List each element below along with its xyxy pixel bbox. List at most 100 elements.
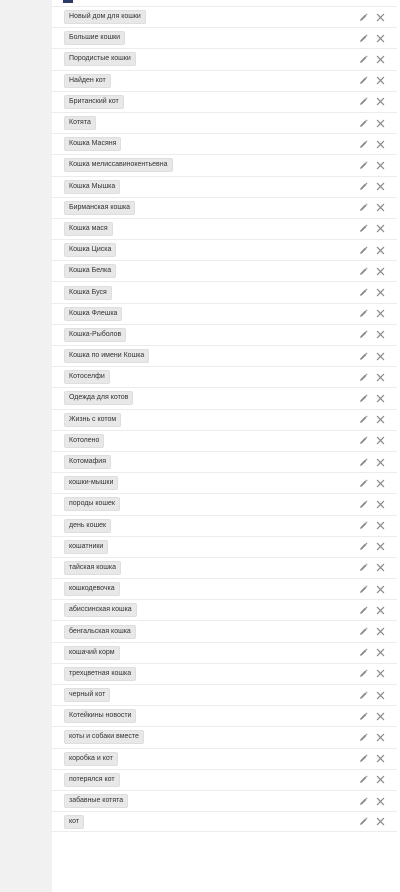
close-icon[interactable] [376,246,385,255]
pencil-icon[interactable] [359,712,368,721]
pencil-icon[interactable] [359,479,368,488]
pencil-icon[interactable] [359,330,368,339]
tag-chip[interactable]: кошачий корм [64,645,120,660]
pencil-icon[interactable] [359,606,368,615]
tag-chip[interactable]: Кошка мася [64,221,113,236]
tag-chip[interactable]: абиссинская кошка [64,603,137,618]
tag-chip[interactable]: Котомафия [64,455,112,470]
tag-chip[interactable]: Новый дом для кошки [64,10,146,25]
close-icon[interactable] [376,352,385,361]
pencil-icon[interactable] [359,34,368,43]
close-icon[interactable] [376,267,385,276]
tag-chip[interactable]: Найден кот [64,73,111,88]
tag-chip[interactable]: бенгальская кошка [64,624,136,639]
tag-chip[interactable]: Котоселфи [64,370,110,385]
pencil-icon[interactable] [359,817,368,826]
tag-chip[interactable]: Котейкины новости [64,709,137,724]
pencil-icon[interactable] [359,55,368,64]
close-icon[interactable] [376,585,385,594]
tag-chip[interactable]: Одежда для котов [64,391,134,406]
close-icon[interactable] [376,161,385,170]
tag-chip[interactable]: Кошка Масяня [64,137,122,152]
pencil-icon[interactable] [359,521,368,530]
pencil-icon[interactable] [359,585,368,594]
pencil-icon[interactable] [359,161,368,170]
tag-chip[interactable]: черный кот [64,688,111,703]
pencil-icon[interactable] [359,288,368,297]
pencil-icon[interactable] [359,309,368,318]
pencil-icon[interactable] [359,754,368,763]
close-icon[interactable] [376,797,385,806]
pencil-icon[interactable] [359,627,368,636]
close-icon[interactable] [376,669,385,678]
tag-chip[interactable]: Кошка Циска [64,243,117,258]
close-icon[interactable] [376,119,385,128]
pencil-icon[interactable] [359,542,368,551]
close-icon[interactable] [376,288,385,297]
close-icon[interactable] [376,648,385,657]
tag-chip[interactable]: трехцветная кошка [64,666,137,681]
pencil-icon[interactable] [359,796,368,806]
tag-chip[interactable]: кошатники [64,539,109,554]
tag-chip[interactable]: Бирманская кошка [64,200,136,215]
pencil-icon[interactable] [359,563,368,572]
tag-chip[interactable]: Кошка Флешка [64,306,123,321]
close-icon[interactable] [376,55,385,64]
close-icon[interactable] [376,76,385,85]
close-icon[interactable] [376,627,385,636]
close-icon[interactable] [376,13,385,22]
pencil-icon[interactable] [359,436,368,445]
pencil-icon[interactable] [359,457,368,467]
pencil-icon[interactable] [359,13,368,22]
close-icon[interactable] [376,34,385,43]
tag-chip[interactable]: кошкодевочка [64,582,120,597]
tag-chip[interactable]: Котолено [64,433,105,448]
tag-chip[interactable]: потерялся кот [64,772,120,787]
close-icon[interactable] [376,394,385,403]
tag-chip[interactable]: кошки-мышки [64,476,119,491]
pencil-icon[interactable] [359,203,368,212]
close-icon[interactable] [376,309,385,318]
close-icon[interactable] [376,754,385,763]
pencil-icon[interactable] [359,373,368,382]
close-icon[interactable] [376,415,385,424]
pencil-icon[interactable] [359,669,368,678]
pencil-icon[interactable] [359,500,368,509]
pencil-icon[interactable] [359,224,368,233]
tag-chip[interactable]: Кошка Белка [64,264,117,279]
close-icon[interactable] [376,817,385,826]
tag-chip[interactable]: Британский кот [64,94,124,109]
tag-chip[interactable]: Породистые кошки [64,52,136,67]
pencil-icon[interactable] [359,648,368,657]
tag-chip[interactable]: Кошка мелиссавинокентьевна [64,158,173,173]
tag-chip[interactable]: тайская кошка [64,560,122,575]
close-icon[interactable] [376,542,385,551]
close-icon[interactable] [376,182,385,191]
tag-chip[interactable]: Кошка Буся [64,285,112,300]
tag-chip[interactable]: коробка и кот [64,751,118,766]
pencil-icon[interactable] [359,691,368,700]
close-icon[interactable] [376,203,385,212]
close-icon[interactable] [376,733,385,742]
pencil-icon[interactable] [359,775,368,784]
tag-chip[interactable]: породы кошек [64,497,120,512]
tag-chip[interactable]: Жизнь с котом [64,412,122,427]
close-icon[interactable] [376,500,385,509]
close-icon[interactable] [376,775,385,784]
pencil-icon[interactable] [359,118,368,128]
tag-chip[interactable]: кот [64,814,85,829]
close-icon[interactable] [376,436,385,445]
pencil-icon[interactable] [359,140,368,149]
tag-chip[interactable]: Кошка по имени Кошка [64,349,150,364]
tag-chip[interactable]: день кошек [64,518,112,533]
close-icon[interactable] [376,691,385,700]
pencil-icon[interactable] [359,76,368,85]
close-icon[interactable] [376,606,385,615]
pencil-icon[interactable] [359,182,368,191]
close-icon[interactable] [376,563,385,572]
close-icon[interactable] [376,712,385,721]
close-icon[interactable] [376,140,385,149]
close-icon[interactable] [376,479,385,488]
pencil-icon[interactable] [359,267,368,276]
close-icon[interactable] [376,330,385,339]
